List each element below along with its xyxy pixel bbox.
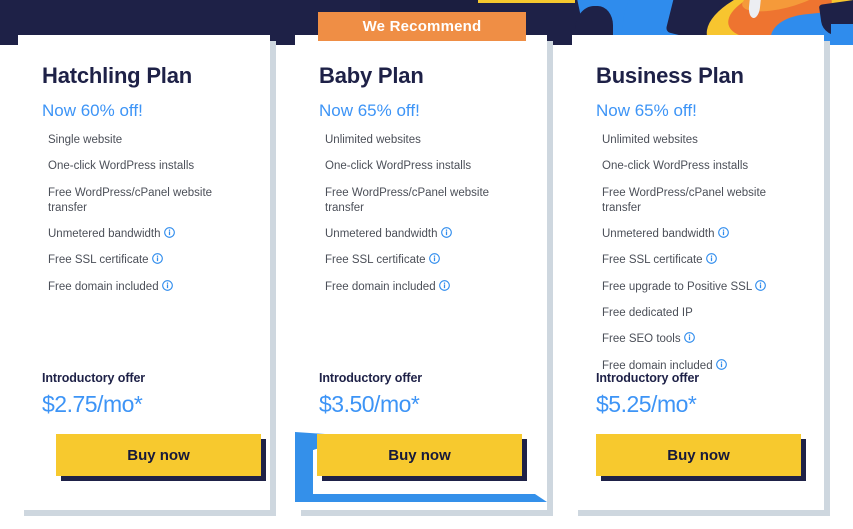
- offer-label: Introductory offer: [42, 371, 146, 385]
- feature-label: Unmetered bandwidth: [325, 228, 438, 241]
- feature-label: Free upgrade to Positive SSL: [602, 280, 753, 293]
- plan-title: Hatchling Plan: [42, 63, 192, 88]
- info-icon[interactable]: [161, 279, 173, 291]
- pricing-page: Hatchling Plan Now 60% off! Single websi…: [0, 0, 853, 529]
- feature-item: One-click WordPress installs: [325, 159, 530, 174]
- plan-price: $3.50/mo*: [319, 391, 420, 417]
- feature-label: Free WordPress/cPanel website transfer: [325, 186, 490, 214]
- pricing-card-business: Business Plan Now 65% off! Unlimited web…: [572, 35, 824, 510]
- feature-item: Unlimited websites: [325, 133, 530, 148]
- feature-label: Free WordPress/cPanel website transfer: [602, 186, 767, 214]
- feature-label: Free SSL certificate: [48, 254, 149, 267]
- info-icon[interactable]: [705, 253, 717, 265]
- feature-label: Free WordPress/cPanel website transfer: [48, 186, 213, 214]
- plan-price: $5.25/mo*: [596, 391, 697, 417]
- plan-discount: Now 60% off!: [42, 101, 143, 120]
- feature-item: Free WordPress/cPanel website transfer: [48, 186, 253, 217]
- feature-item: Unmetered bandwidth: [602, 227, 807, 242]
- feature-label: Free domain included: [325, 280, 436, 293]
- feature-item: Unlimited websites: [602, 133, 807, 148]
- feature-item: Single website: [48, 133, 253, 148]
- feature-item: Unmetered bandwidth: [48, 227, 253, 242]
- pricing-card-baby: Baby Plan Now 65% off! Unlimited website…: [295, 35, 547, 510]
- feature-label: Single website: [48, 134, 123, 146]
- offer-label: Introductory offer: [319, 371, 423, 385]
- buy-now-button[interactable]: Buy now: [317, 434, 522, 476]
- feature-label: Free SSL certificate: [602, 254, 703, 267]
- feature-item: Free WordPress/cPanel website transfer: [602, 186, 807, 217]
- feature-label: One-click WordPress installs: [325, 160, 472, 173]
- feature-item: Free WordPress/cPanel website transfer: [325, 186, 530, 217]
- offer-label: Introductory offer: [596, 371, 700, 385]
- feature-item: Free upgrade to Positive SSL: [602, 279, 807, 295]
- feature-item: Free domain included: [325, 279, 530, 295]
- info-icon[interactable]: [440, 227, 452, 238]
- feature-label: Free dedicated IP: [602, 306, 693, 319]
- feature-item: One-click WordPress installs: [602, 159, 807, 174]
- feature-item: Free dedicated IP: [602, 306, 807, 321]
- feature-label: Unmetered bandwidth: [602, 228, 715, 241]
- feature-label: One-click WordPress installs: [48, 160, 195, 173]
- price-block: Introductory offer $3.50/mo*: [319, 371, 529, 418]
- pricing-card-hatchling: Hatchling Plan Now 60% off! Single websi…: [18, 35, 270, 510]
- feature-item: Free SSL certificate: [602, 253, 807, 268]
- feature-item: Free domain included: [48, 279, 253, 295]
- buy-now-button[interactable]: Buy now: [56, 434, 261, 476]
- price-block: Introductory offer $5.25/mo*: [596, 371, 806, 418]
- recommended-ribbon: We Recommend: [318, 12, 526, 41]
- info-icon[interactable]: [428, 253, 440, 265]
- price-block: Introductory offer $2.75/mo*: [42, 371, 252, 418]
- feature-item: One-click WordPress installs: [48, 159, 253, 174]
- feature-label: Unlimited websites: [325, 134, 421, 146]
- info-icon[interactable]: [717, 227, 729, 238]
- feature-label: Free domain included: [48, 280, 159, 293]
- feature-label: Free SEO tools: [602, 333, 681, 346]
- feature-label: Unmetered bandwidth: [48, 228, 161, 241]
- info-icon[interactable]: [683, 332, 695, 344]
- plan-discount: Now 65% off!: [319, 101, 420, 120]
- info-icon[interactable]: [163, 227, 175, 238]
- plan-title: Baby Plan: [319, 63, 424, 88]
- feature-label: Free SSL certificate: [325, 254, 426, 267]
- info-icon[interactable]: [438, 279, 450, 291]
- plan-discount: Now 65% off!: [596, 101, 697, 120]
- feature-label: One-click WordPress installs: [602, 160, 749, 173]
- feature-item: Free SSL certificate: [325, 253, 530, 268]
- plan-price: $2.75/mo*: [42, 391, 143, 417]
- feature-label: Free domain included: [602, 359, 713, 372]
- info-icon[interactable]: [715, 358, 727, 370]
- plan-title: Business Plan: [596, 63, 744, 88]
- feature-label: Unlimited websites: [602, 134, 698, 146]
- info-icon[interactable]: [755, 279, 767, 291]
- feature-list: Unlimited websites One-click WordPress in…: [325, 133, 530, 306]
- feature-item: Free SEO tools: [602, 332, 807, 347]
- buy-now-button[interactable]: Buy now: [596, 434, 801, 476]
- feature-list: Unlimited websites One-click WordPress in…: [602, 133, 807, 385]
- feature-item: Unmetered bandwidth: [325, 227, 530, 242]
- info-icon[interactable]: [151, 253, 163, 265]
- feature-list: Single website One-click WordPress instal…: [48, 133, 253, 306]
- feature-item: Free SSL certificate: [48, 253, 253, 268]
